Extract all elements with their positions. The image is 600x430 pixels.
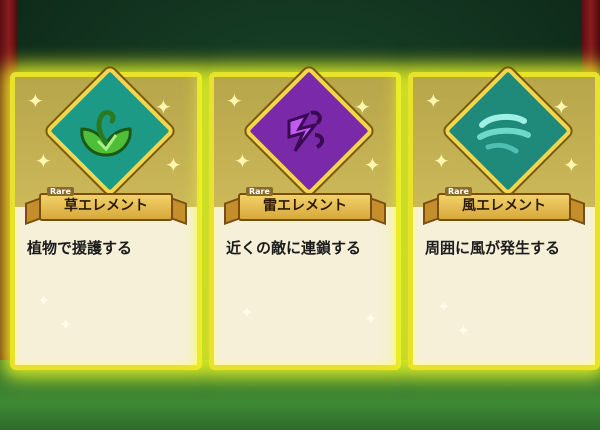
card-thunder-element[interactable]: ✦ ✦ ✦ ✦ Rare 雷エレメント 近くの敵に連鎖する ✦ ✦ [209,65,401,370]
card-title-banner: Rare 雷エレメント [224,187,386,226]
wind-icon [477,113,531,154]
sparkle-icon: ✦ [240,303,254,322]
sparkle-icon: ✦ [59,315,73,334]
sparkle-icon: ✦ [165,153,182,177]
sparkle-icon: ✦ [35,149,52,173]
sparkle-icon: ✦ [457,321,471,340]
card-description: 近くの敵に連鎖する [226,239,362,257]
leaf-icon [80,110,132,157]
sparkle-icon: ✦ [425,89,442,113]
card-title-banner: Rare 風エレメント [423,187,585,226]
card-title: 草エレメント [64,198,148,214]
card-title: 雷エレメント [263,198,347,214]
sparkle-icon: ✦ [563,153,580,177]
sparkle-icon: ✦ [226,89,243,113]
sparkle-icon: ✦ [37,291,51,310]
card-grass-element[interactable]: ✦ ✦ ✦ ✦ Rare 草エレメント 植物で援護する ✦ ✦ [10,65,202,370]
card-title-banner: Rare 草エレメント [25,187,187,226]
card-title: 風エレメント [462,198,546,214]
sparkle-icon: ✦ [234,149,251,173]
sparkle-icon: ✦ [27,89,44,113]
sparkle-icon: ✦ [364,153,381,177]
card-description: 周囲に風が発生する [425,239,561,257]
card-wind-element[interactable]: ✦ ✦ ✦ ✦ Rare 風エレメント 周囲に風が発生する ✦ ✦ [408,65,600,370]
stage-floor [0,360,600,430]
sparkle-icon: ✦ [433,149,450,173]
lightning-icon [287,110,324,152]
sparkle-icon: ✦ [437,297,451,316]
card-description: 植物で援護する [27,239,133,257]
sparkle-icon: ✦ [364,309,378,328]
